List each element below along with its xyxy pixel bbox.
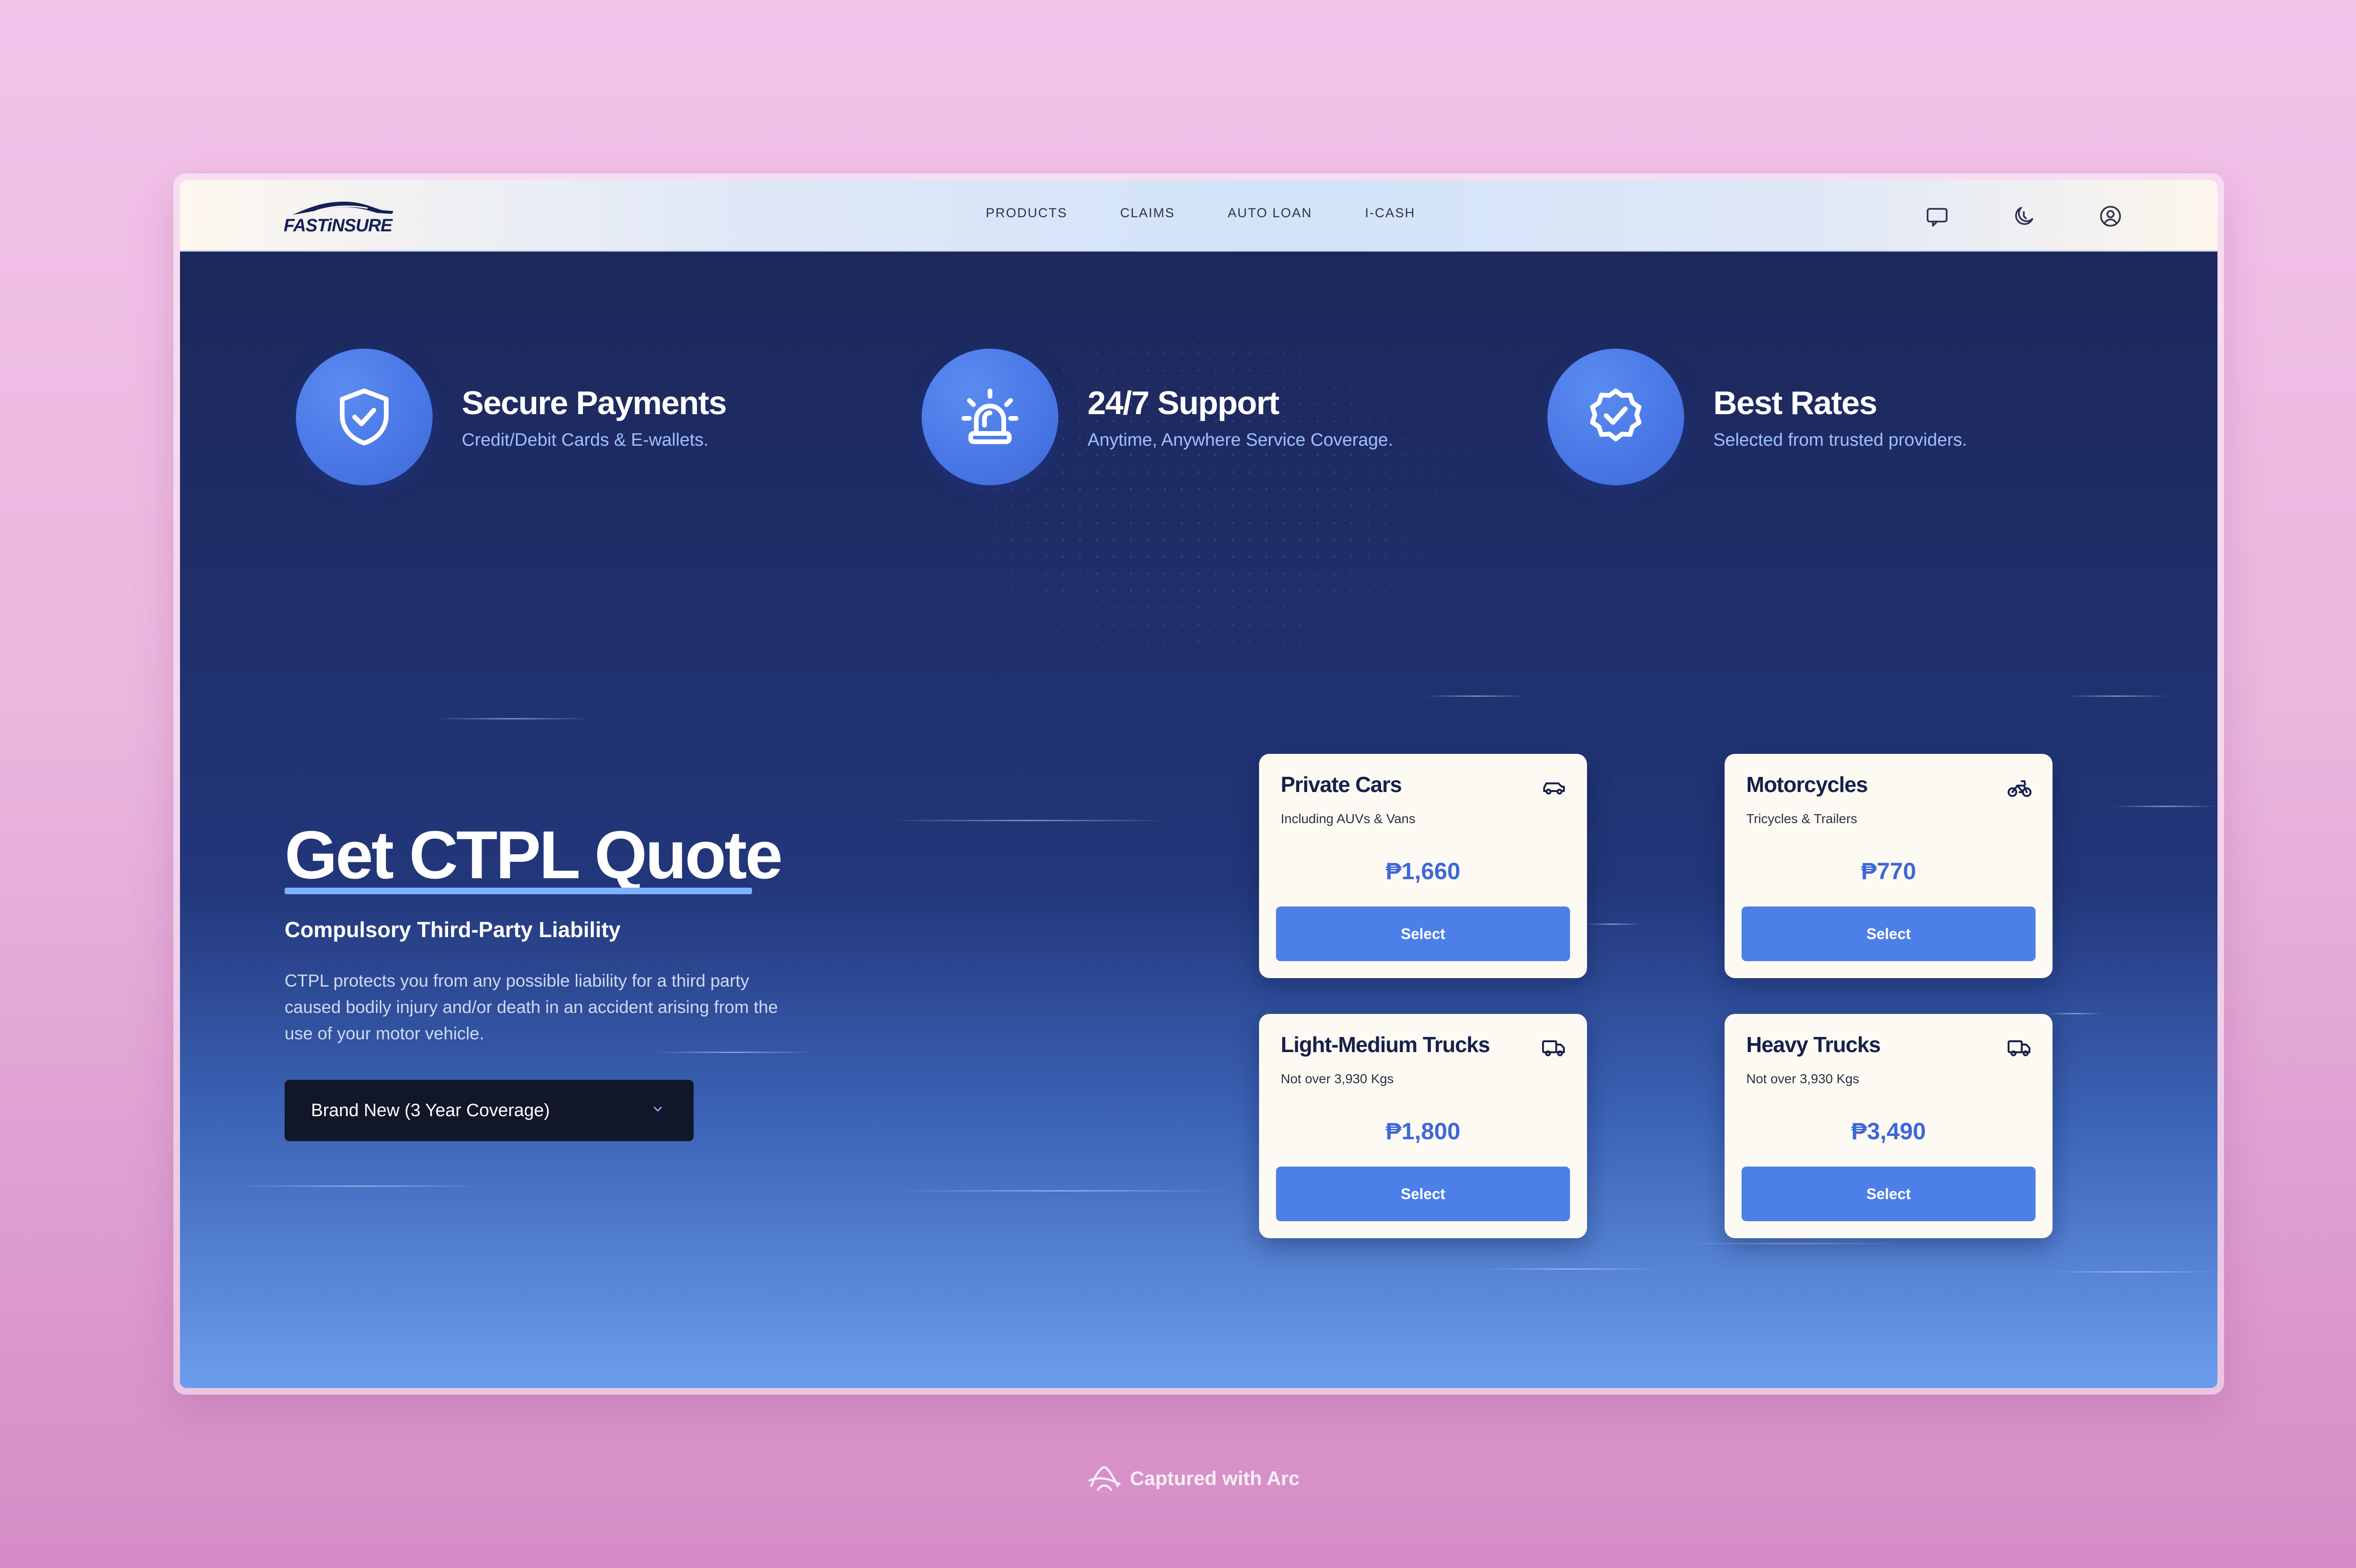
feature-title: Secure Payments	[462, 384, 727, 421]
hero-description: CTPL protects you from any possible liab…	[285, 971, 778, 1043]
dot-pattern	[868, 260, 1528, 731]
truck-icon	[1542, 1040, 1565, 1056]
chevron-down-icon	[654, 1107, 662, 1111]
card-price: ₱3,490	[1851, 1118, 1926, 1144]
arc-capture-text: Captured with Arc	[1130, 1467, 1300, 1489]
card-subtitle: Including AUVs & Vans	[1281, 811, 1415, 826]
decor-streak	[2046, 1013, 2102, 1014]
hero-subtitle: Compulsory Third-Party Liability	[285, 917, 621, 942]
decor-streak	[1424, 695, 1528, 697]
decor-streak	[1584, 923, 1641, 925]
feature-icon-circle	[296, 349, 433, 485]
decor-streak	[237, 1185, 482, 1187]
menu-item-claims[interactable]: CLAIMS	[1120, 205, 1175, 220]
page-viewport: FASTiNSURE PRODUCTS CLAIMS AUTO LOAN I-C…	[180, 180, 2217, 1388]
nav-actions	[1924, 204, 2123, 229]
feature-title: Best Rates	[1713, 384, 1877, 421]
decor-streak	[2112, 806, 2217, 807]
feature-subtitle: Anytime, Anywhere Service Coverage.	[1088, 430, 1393, 450]
card-price: ₱1,800	[1385, 1118, 1461, 1144]
decor-streak	[887, 820, 1170, 821]
select-button[interactable]: Select	[1276, 1167, 1570, 1221]
card-subtitle: Not over 3,930 Kgs	[1281, 1071, 1394, 1086]
top-navbar: FASTiNSURE PRODUCTS CLAIMS AUTO LOAN I-C…	[180, 180, 2217, 252]
car-silhouette-icon	[292, 202, 393, 215]
shield-check-icon	[340, 388, 389, 446]
coverage-select-value: Brand New (3 Year Coverage)	[311, 1100, 550, 1120]
select-button[interactable]: Select	[1276, 906, 1570, 961]
vehicle-card-light-medium-trucks: Light-Medium Trucks Not over 3,930 Kgs ₱…	[1259, 1014, 1587, 1238]
select-button[interactable]: Select	[1742, 906, 2036, 961]
truck-icon	[2007, 1040, 2030, 1056]
coverage-select[interactable]: Brand New (3 Year Coverage)	[285, 1080, 694, 1141]
user-circle-icon[interactable]	[2098, 204, 2123, 229]
badge-check-icon	[1590, 388, 1642, 441]
vehicle-card-motorcycles: Motorcycles Tricycles & Trailers ₱770 Se…	[1725, 754, 2053, 978]
card-title: Heavy Trucks	[1746, 1032, 1881, 1057]
feature-best-rates: Best Rates Selected from trusted provide…	[1547, 349, 1967, 485]
decor-streak	[2046, 1271, 2217, 1273]
logo-text: FASTiNSURE	[284, 216, 393, 236]
feature-icon-circle	[1547, 349, 1684, 485]
feature-secure-payments: Secure Payments Credit/Debit Cards & E-w…	[296, 349, 727, 485]
car-icon	[1543, 782, 1565, 795]
chat-icon[interactable]	[1924, 204, 1950, 229]
vehicle-card-private-cars: Private Cars Including AUVs & Vans ₱1,66…	[1259, 754, 1587, 978]
feature-support: 24/7 Support Anytime, Anywhere Service C…	[922, 349, 1393, 485]
decor-streak	[651, 1052, 816, 1053]
menu-item-products[interactable]: PRODUCTS	[986, 205, 1067, 220]
card-title: Motorcycles	[1746, 772, 1868, 797]
select-button[interactable]: Select	[1742, 1167, 2036, 1221]
arc-capture-label: Captured with Arc	[1087, 1463, 1300, 1494]
arc-logo-icon	[1088, 1466, 1121, 1491]
card-subtitle: Not over 3,930 Kgs	[1746, 1071, 1859, 1086]
decor-streak	[2065, 695, 2168, 697]
card-price: ₱1,660	[1385, 858, 1461, 884]
feature-subtitle: Selected from trusted providers.	[1713, 430, 1967, 450]
decor-streak	[1481, 1268, 1660, 1270]
moon-icon[interactable]	[2011, 204, 2037, 229]
card-subtitle: Tricycles & Trailers	[1746, 811, 1857, 826]
siren-icon	[961, 388, 1019, 444]
browser-frame: FASTiNSURE PRODUCTS CLAIMS AUTO LOAN I-C…	[173, 173, 2224, 1395]
brand-logo[interactable]: FASTiNSURE	[284, 199, 397, 237]
hero-title-underline	[285, 888, 752, 894]
card-title: Private Cars	[1281, 772, 1402, 797]
card-price: ₱770	[1861, 858, 1916, 884]
feature-title: 24/7 Support	[1088, 384, 1279, 421]
decor-streak	[1688, 1243, 1900, 1244]
feature-subtitle: Credit/Debit Cards & E-wallets.	[462, 430, 709, 450]
hero-title: Get CTPL Quote	[285, 817, 783, 893]
menu-item-auto-loan[interactable]: AUTO LOAN	[1227, 205, 1312, 220]
card-title: Light-Medium Trucks	[1281, 1032, 1490, 1057]
decor-streak	[434, 718, 590, 719]
main-menu: PRODUCTS CLAIMS AUTO LOAN I-CASH	[986, 205, 1468, 220]
bicycle-icon	[2007, 780, 2032, 797]
feature-icon-circle	[922, 349, 1058, 485]
menu-item-i-cash[interactable]: I-CASH	[1365, 205, 1415, 220]
decor-streak	[896, 1190, 1226, 1192]
vehicle-card-heavy-trucks: Heavy Trucks Not over 3,930 Kgs ₱3,490 S…	[1725, 1014, 2053, 1238]
